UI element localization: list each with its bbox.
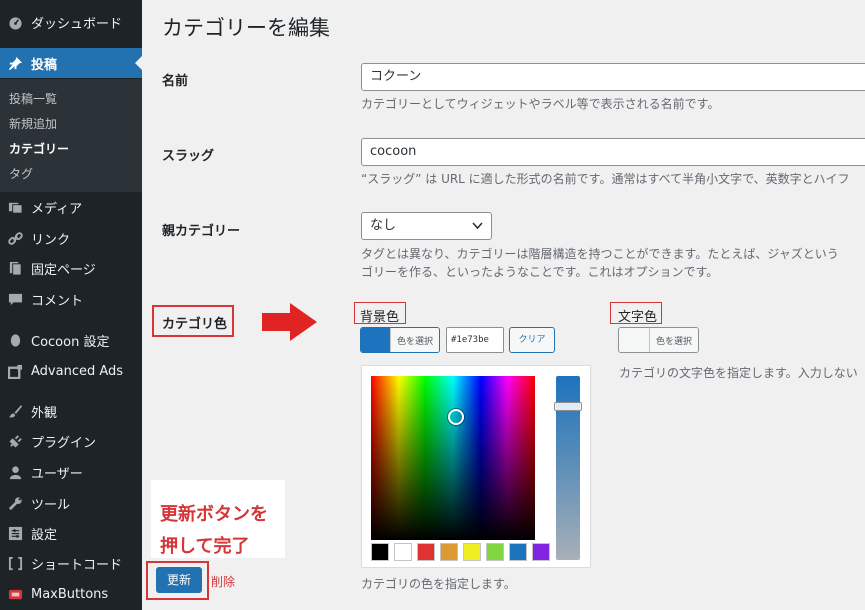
slug-input[interactable]: cocoon	[361, 138, 865, 166]
delete-link[interactable]: 削除	[211, 573, 235, 590]
hex-color-input[interactable]: #1e73be	[446, 327, 504, 353]
name-input[interactable]: コクーン	[361, 63, 865, 91]
sidebar-item-maxbuttons[interactable]: MaxButtons	[0, 579, 142, 609]
sidebar-item-cocoon-settings[interactable]: Cocoon 設定	[0, 325, 142, 355]
sidebar-item-appearance[interactable]: 外観	[0, 396, 142, 426]
sidebar-item-label: ショートコード	[31, 557, 123, 573]
user-icon	[7, 464, 23, 480]
sidebar-item-label: ダッシュボード	[31, 16, 123, 32]
sidebar-item-label: MaxButtons	[31, 586, 109, 602]
ads-icon	[7, 363, 23, 379]
sidebar-item-label: プラグイン	[31, 435, 97, 451]
sidebar-item-users[interactable]: ユーザー	[0, 457, 142, 487]
maxbuttons-icon	[7, 586, 23, 602]
slug-description: “スラッグ” は URL に適した形式の名前です。通常はすべて半角小文字で、英数…	[361, 172, 850, 186]
dashboard-icon	[7, 14, 23, 30]
sidebar-item-label: 投稿	[31, 57, 58, 73]
callout-line-2: 押して完了	[160, 536, 250, 557]
parent-category-description-line1: タグとは異なり、カテゴリーは階層構造を持つことができます。たとえば、ジャズという	[361, 247, 839, 261]
palette-swatch[interactable]	[440, 543, 458, 561]
sidebar-item-comments[interactable]: コメント	[0, 284, 142, 314]
admin-sidebar: ダッシュボード 投稿 投稿一覧 新規追加 カテゴリー タグ メディア リンク 固…	[0, 0, 142, 610]
parent-category-label: 親カテゴリー	[162, 224, 241, 239]
text-color-description: カテゴリの文字色を指定します。入力しない	[619, 366, 858, 380]
parent-category-value: なし	[370, 218, 397, 233]
color-picker	[361, 365, 591, 568]
text-color-swatch	[619, 328, 649, 352]
settings-icon	[7, 525, 23, 541]
pushpin-icon	[7, 55, 23, 71]
sidebar-item-tools[interactable]: ツール	[0, 488, 142, 518]
text-color-title: 文字色	[618, 310, 658, 325]
saturation-area[interactable]	[371, 376, 535, 540]
lightness-handle[interactable]	[554, 402, 582, 411]
sidebar-item-advanced-ads[interactable]: Advanced Ads	[0, 356, 142, 386]
red-arrow-icon	[262, 303, 317, 341]
palette-swatch[interactable]	[371, 543, 389, 561]
parent-category-description-line2: ゴリーを作る、といったようなことです。これはオプションです。	[361, 265, 719, 279]
palette-swatch[interactable]	[463, 543, 481, 561]
sidebar-item-label: コメント	[31, 293, 84, 309]
submenu-item-categories[interactable]: カテゴリー	[9, 140, 69, 157]
submenu-item-all-posts[interactable]: 投稿一覧	[9, 90, 57, 107]
category-color-label: カテゴリ色	[162, 317, 228, 332]
palette-swatch[interactable]	[394, 543, 412, 561]
cocoon-icon	[7, 332, 23, 348]
submenu-item-tags[interactable]: タグ	[9, 165, 33, 182]
palette-swatch[interactable]	[532, 543, 550, 561]
shortcode-icon	[7, 555, 23, 571]
parent-category-select[interactable]: なし	[361, 212, 492, 240]
name-description: カテゴリーとしてウィジェットやラベル等で表示される名前です。	[361, 97, 720, 111]
bg-color-swatch	[361, 328, 390, 352]
sidebar-item-label: Cocoon 設定	[31, 334, 110, 350]
posts-submenu: 投稿一覧 新規追加 カテゴリー タグ	[0, 79, 142, 192]
paintbrush-icon	[7, 403, 23, 419]
sidebar-item-settings[interactable]: 設定	[0, 518, 142, 548]
bg-color-description: カテゴリの色を指定します。	[361, 577, 516, 591]
comment-icon	[7, 291, 23, 307]
name-label: 名前	[162, 74, 189, 89]
submenu-item-add-new[interactable]: 新規追加	[9, 115, 57, 132]
bg-color-select-label: 色を選択	[389, 328, 439, 352]
bg-color-select-button[interactable]: 色を選択	[360, 327, 440, 353]
sidebar-item-label: Advanced Ads	[31, 363, 124, 379]
sidebar-item-label: 外観	[31, 405, 58, 421]
sidebar-item-dashboard[interactable]: ダッシュボード	[0, 7, 142, 37]
palette-swatch[interactable]	[417, 543, 435, 561]
sidebar-item-label: ツール	[31, 497, 71, 513]
sidebar-item-label: リンク	[31, 232, 71, 248]
sidebar-item-label: 設定	[31, 527, 58, 543]
callout-line-1: 更新ボタンを	[160, 504, 268, 525]
slug-label: スラッグ	[162, 149, 215, 164]
saturation-handle[interactable]	[448, 409, 464, 425]
page-title: カテゴリーを編集	[162, 16, 330, 40]
plugin-icon	[7, 433, 23, 449]
text-color-select-label: 色を選択	[648, 328, 698, 352]
wrench-icon	[7, 495, 23, 511]
page-icon	[7, 260, 23, 276]
palette-swatch[interactable]	[486, 543, 504, 561]
sidebar-item-posts[interactable]: 投稿	[0, 48, 142, 78]
link-icon	[7, 230, 23, 246]
sidebar-item-label: メディア	[31, 201, 83, 217]
bg-color-title: 背景色	[360, 310, 400, 325]
sidebar-item-plugins[interactable]: プラグイン	[0, 426, 142, 456]
update-button[interactable]: 更新	[156, 567, 202, 593]
chevron-down-icon	[472, 213, 483, 249]
sidebar-item-label: 固定ページ	[31, 262, 96, 278]
sidebar-item-links[interactable]: リンク	[0, 223, 142, 253]
media-icon	[7, 199, 23, 215]
clear-button[interactable]: クリア	[509, 327, 555, 353]
sidebar-item-shortcode[interactable]: ショートコード	[0, 548, 142, 578]
active-indicator	[135, 56, 142, 70]
text-color-select-button[interactable]: 色を選択	[618, 327, 699, 353]
sidebar-item-pages[interactable]: 固定ページ	[0, 253, 142, 283]
color-palette	[371, 543, 550, 561]
sidebar-item-label: ユーザー	[31, 466, 83, 482]
sidebar-item-media[interactable]: メディア	[0, 192, 142, 222]
palette-swatch[interactable]	[509, 543, 527, 561]
instruction-callout: 更新ボタンを 押して完了	[151, 480, 285, 558]
